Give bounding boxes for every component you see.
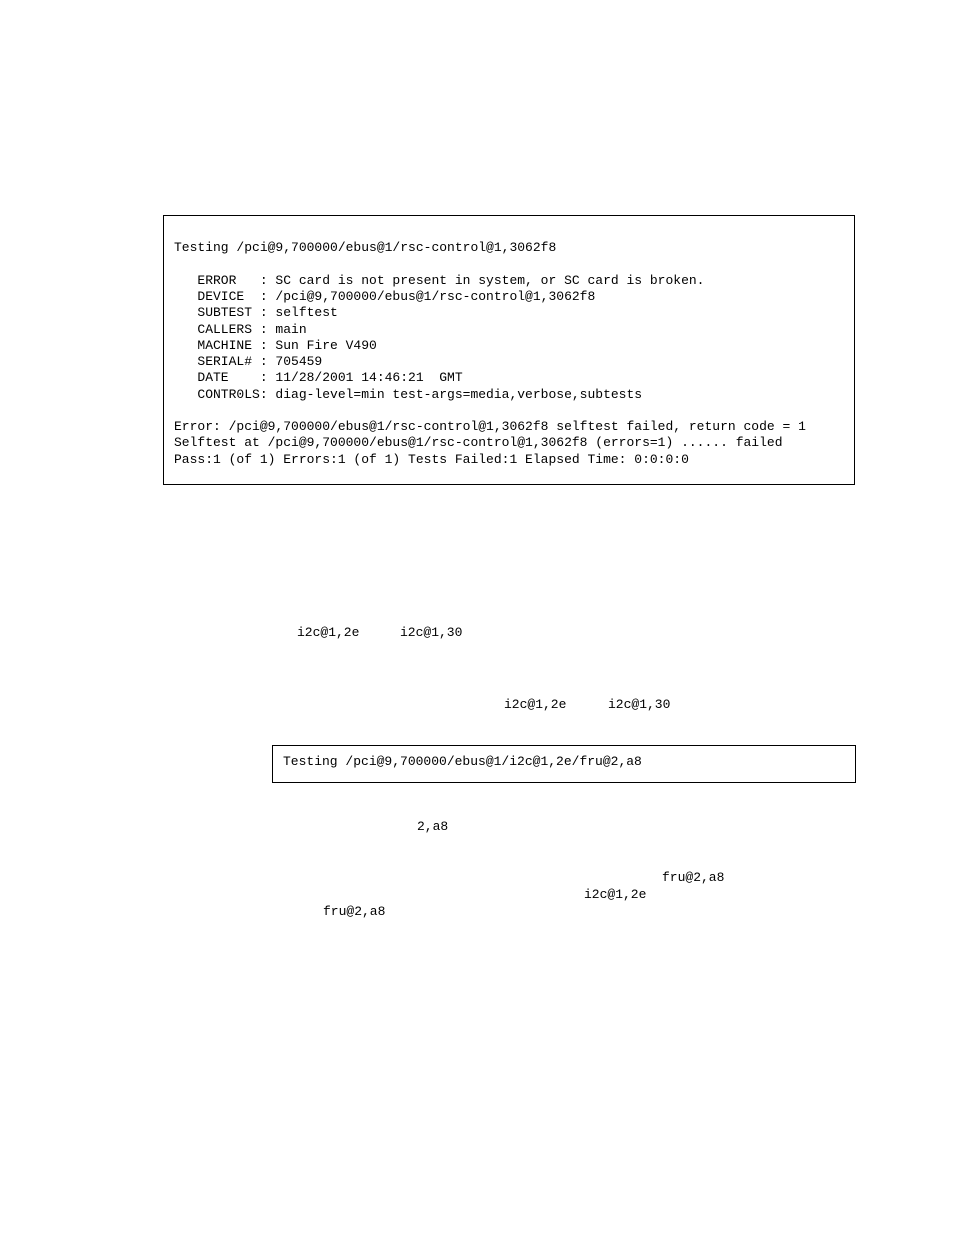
- inline-code-fru-2a8-2: fru@2,a8: [323, 904, 385, 919]
- code-block-error-output: Testing /pci@9,700000/ebus@1/rsc-control…: [163, 215, 855, 485]
- code-block-testing-path: Testing /pci@9,700000/ebus@1/i2c@1,2e/fr…: [272, 745, 856, 783]
- inline-code-i2c-2e-3: i2c@1,2e: [584, 887, 646, 902]
- inline-code-fru-2a8: fru@2,a8: [662, 870, 724, 885]
- inline-code-i2c-2e: i2c@1,2e: [297, 625, 359, 640]
- inline-code-i2c-30-2: i2c@1,30: [608, 697, 670, 712]
- code-text: Testing /pci@9,700000/ebus@1/rsc-control…: [164, 216, 854, 476]
- inline-code-i2c-2e-2: i2c@1,2e: [504, 697, 566, 712]
- code-text-2: Testing /pci@9,700000/ebus@1/i2c@1,2e/fr…: [273, 746, 855, 778]
- inline-code-i2c-30: i2c@1,30: [400, 625, 462, 640]
- inline-code-2a8: 2,a8: [417, 819, 448, 834]
